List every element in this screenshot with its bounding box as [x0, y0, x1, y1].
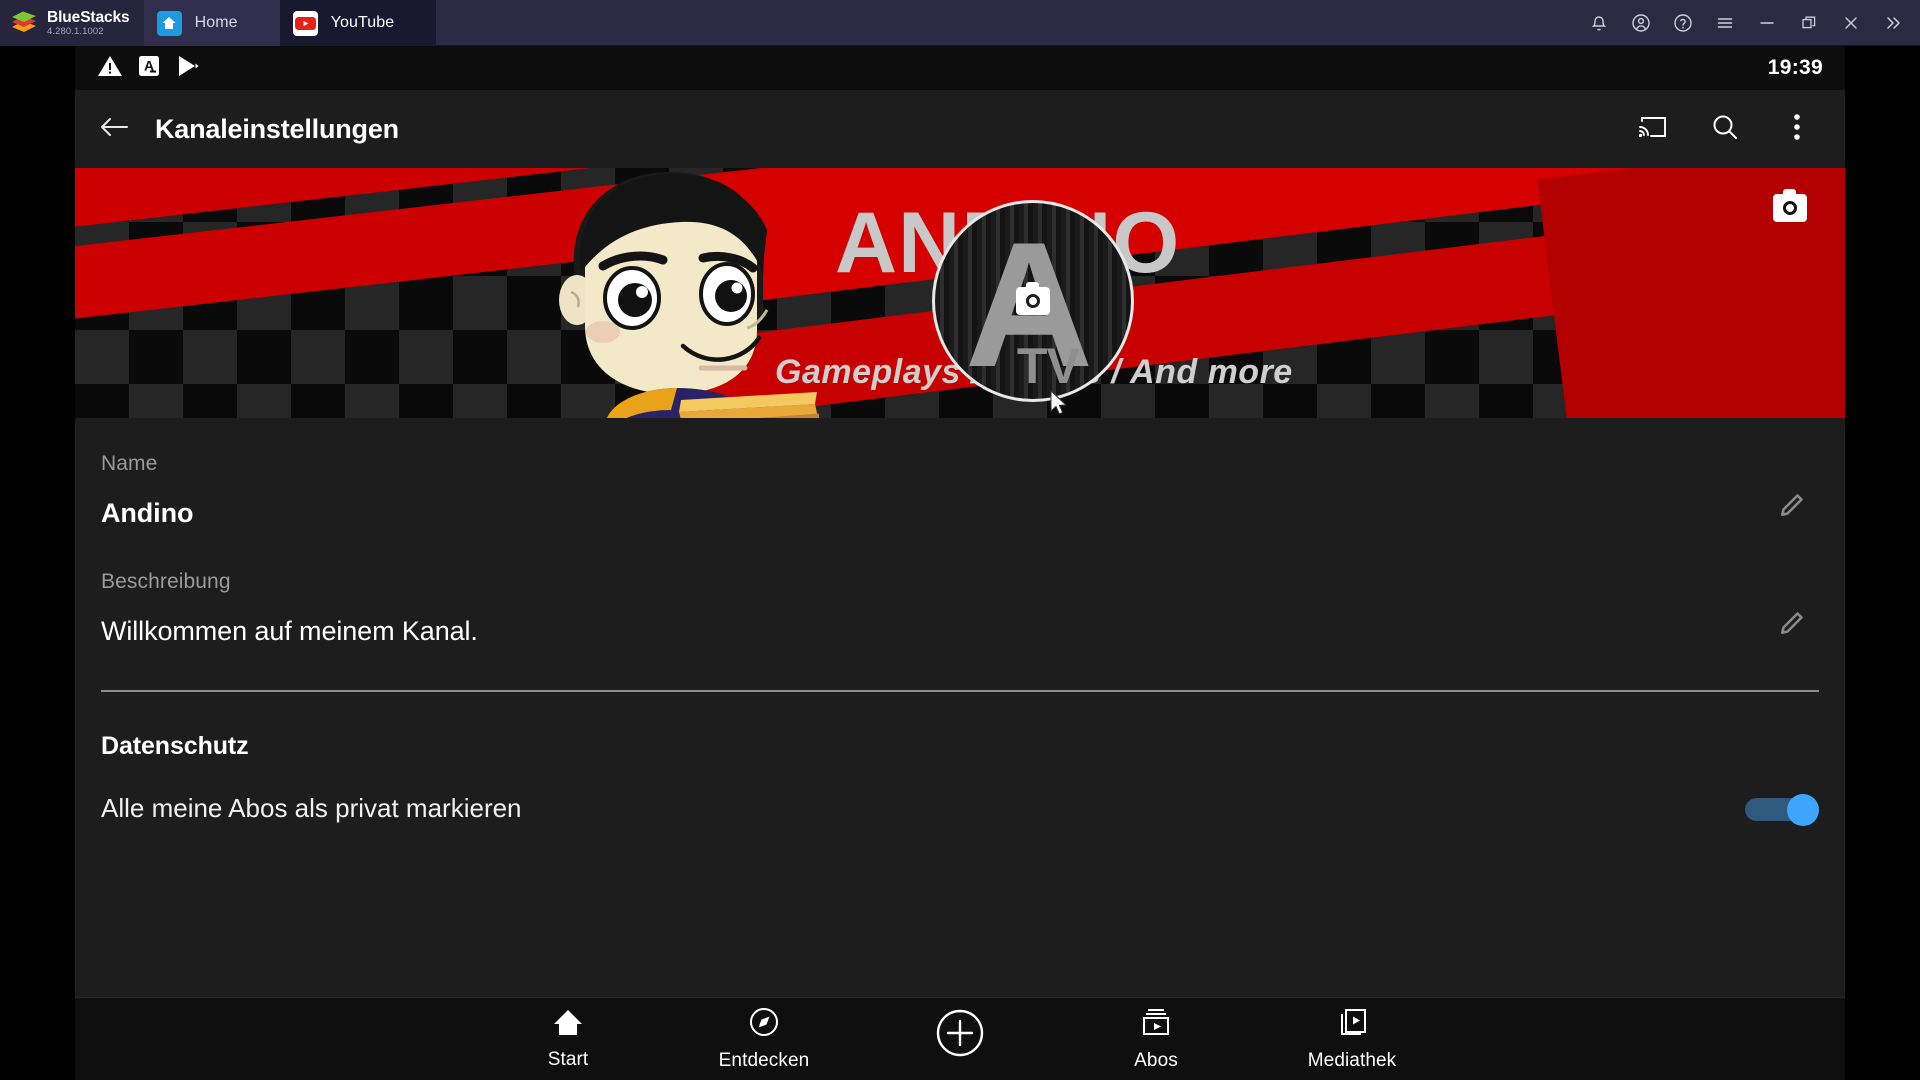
android-screen: A 19:39 Kanaleinstellungen Gameplays / A…	[75, 46, 1845, 1080]
arrow-left-icon	[98, 113, 130, 146]
youtube-app-icon	[292, 10, 318, 36]
window-controls	[1578, 0, 1920, 45]
search-icon	[1710, 112, 1740, 147]
app-root: BlueStacks 4.280.1.1002 Home YouTube A 1…	[0, 0, 1920, 1080]
name-field-row: Name Andino	[75, 418, 1845, 536]
mouse-cursor	[1050, 389, 1070, 418]
nav-item-start-label: Start	[547, 1049, 589, 1070]
private-subscriptions-toggle[interactable]	[1745, 793, 1819, 826]
minimize-button[interactable]	[1746, 0, 1788, 46]
bluestacks-tab-strip: Home YouTube	[143, 0, 437, 46]
help-button[interactable]	[1662, 0, 1704, 46]
privacy-section-title: Datenschutz	[101, 732, 249, 760]
page-title: Kanaleinstellungen	[155, 113, 399, 144]
pencil-icon	[1776, 609, 1806, 644]
private-subscriptions-label: Alle meine Abos als privat markieren	[101, 793, 522, 823]
name-field-label: Name	[101, 452, 158, 475]
channel-banner[interactable]: ANDINO Gameplays / Shorts / And more A T…	[75, 168, 1845, 418]
plus-circle-icon	[934, 1007, 986, 1064]
home-icon	[552, 1007, 584, 1042]
play-store-icon	[175, 54, 201, 83]
name-field-value: Andino	[101, 498, 194, 528]
title-bar-spacer	[436, 0, 1578, 45]
nav-item-mediathek[interactable]: Mediathek	[1254, 1006, 1450, 1072]
edit-name-button[interactable]	[1763, 480, 1819, 536]
emulator-right-letterbox	[1845, 46, 1920, 1080]
nav-item-mediathek-label: Mediathek	[1307, 1050, 1397, 1071]
emulator-left-letterbox	[0, 46, 75, 1080]
subscriptions-icon	[1140, 1006, 1172, 1043]
warning-triangle-icon	[97, 54, 123, 83]
avatar-sub-text: TV	[1016, 338, 1080, 394]
edit-avatar-button[interactable]	[1016, 282, 1050, 315]
tab-home-label: Home	[194, 14, 238, 31]
private-subscriptions-row[interactable]: Alle meine Abos als privat markieren	[75, 761, 1845, 826]
nav-item-entdecken[interactable]: Entdecken	[666, 1006, 862, 1072]
home-app-icon	[156, 10, 182, 36]
nav-item-create[interactable]	[862, 1007, 1058, 1071]
nav-item-abos[interactable]: Abos	[1058, 1006, 1254, 1072]
search-button[interactable]	[1699, 103, 1751, 155]
bluestacks-title-bar: BlueStacks 4.280.1.1002 Home YouTube	[0, 0, 1920, 46]
compass-icon	[748, 1006, 780, 1043]
channel-avatar[interactable]: A TV	[932, 200, 1134, 402]
edit-description-button[interactable]	[1763, 598, 1819, 654]
edit-banner-button[interactable]	[1773, 189, 1807, 222]
bluestacks-name: BlueStacks	[47, 8, 130, 26]
bluestacks-brand: BlueStacks 4.280.1.1002	[0, 0, 144, 46]
pencil-icon	[1776, 491, 1806, 526]
toggle-knob	[1787, 793, 1819, 826]
cast-icon	[1638, 114, 1668, 145]
bluestacks-logo-icon	[10, 11, 38, 35]
bottom-navigation: Start Entdecken Abos Mediathek	[75, 997, 1845, 1080]
tab-youtube[interactable]: YouTube	[279, 0, 437, 46]
tab-home[interactable]: Home	[143, 0, 280, 46]
description-field-row: Beschreibung Willkommen auf meinem Kanal…	[75, 536, 1845, 654]
library-icon	[1336, 1006, 1368, 1043]
nav-item-start[interactable]: Start	[470, 1007, 666, 1071]
notifications-button[interactable]	[1578, 0, 1620, 46]
bluestacks-version: 4.280.1.1002	[47, 26, 104, 37]
close-button[interactable]	[1830, 0, 1872, 46]
expand-sidebar-button[interactable]	[1872, 0, 1914, 46]
status-bar-clock: 19:39	[1767, 56, 1823, 79]
cast-button[interactable]	[1627, 103, 1679, 155]
a-badge-icon: A	[137, 54, 161, 83]
menu-button[interactable]	[1704, 0, 1746, 46]
back-button[interactable]	[85, 100, 143, 158]
nav-item-entdecken-label: Entdecken	[718, 1050, 810, 1071]
camera-icon	[1783, 201, 1797, 215]
maximize-button[interactable]	[1788, 0, 1830, 46]
android-status-bar: A 19:39	[75, 46, 1845, 90]
account-button[interactable]	[1620, 0, 1662, 46]
description-field-label: Beschreibung	[101, 570, 231, 593]
settings-content: Name Andino Beschreibung Willkommen auf …	[75, 418, 1845, 1080]
nav-item-abos-label: Abos	[1134, 1050, 1178, 1071]
camera-icon	[1026, 294, 1040, 308]
more-vertical-icon	[1793, 112, 1801, 147]
description-field-value: Willkommen auf meinem Kanal.	[101, 616, 478, 646]
tab-youtube-label: YouTube	[330, 14, 395, 31]
app-bar: Kanaleinstellungen	[75, 90, 1845, 168]
overflow-menu-button[interactable]	[1771, 103, 1823, 155]
